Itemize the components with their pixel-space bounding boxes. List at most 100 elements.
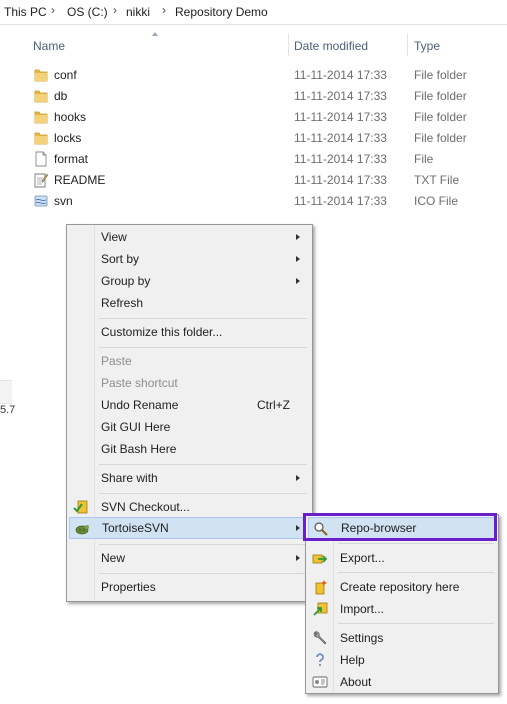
column-header-type[interactable]: Type [414, 39, 440, 53]
navigation-pane-item[interactable] [0, 380, 12, 404]
menu-item-import[interactable]: Import... [308, 598, 496, 620]
file-icon [35, 151, 47, 167]
file-name: format [54, 152, 89, 166]
breadcrumb-os-drive[interactable]: OS (C:) [67, 5, 108, 19]
file-row-readme[interactable]: README 11-11-2014 17:33 TXT File [30, 170, 500, 191]
breadcrumb-separator-icon[interactable]: › [113, 3, 117, 17]
tortoisesvn-submenu: Repo-browser Export... Create repository… [305, 514, 499, 694]
menu-item-label: Export... [340, 551, 385, 565]
menu-item-label: SVN Checkout... [101, 500, 190, 514]
file-date: 11-11-2014 17:33 [294, 131, 387, 145]
breadcrumb-this-pc[interactable]: This PC [4, 5, 47, 19]
file-row-db[interactable]: db 11-11-2014 17:33 File folder [30, 86, 500, 107]
file-date: 11-11-2014 17:33 [294, 173, 387, 187]
menu-item-paste[interactable]: Paste [69, 350, 310, 372]
menu-item-label: Create repository here [340, 580, 460, 594]
menu-separator [338, 623, 494, 624]
menu-item-sort-by[interactable]: Sort by [69, 248, 310, 270]
file-name: locks [54, 131, 82, 145]
column-header-date[interactable]: Date modified [294, 39, 368, 53]
file-type: TXT File [414, 173, 460, 187]
submenu-arrow-icon [296, 525, 300, 531]
file-name: conf [54, 68, 77, 82]
menu-item-new[interactable]: New [69, 547, 310, 569]
menu-item-create-repository[interactable]: Create repository here [308, 576, 496, 598]
file-name: hooks [54, 110, 87, 124]
menu-separator [99, 318, 307, 319]
file-name: db [54, 89, 68, 103]
file-row-hooks[interactable]: hooks 11-11-2014 17:33 File folder [30, 107, 500, 128]
file-name: svn [54, 194, 73, 208]
menu-item-properties[interactable]: Properties [69, 576, 310, 598]
menu-item-about[interactable]: About [308, 671, 496, 693]
menu-item-group-by[interactable]: Group by [69, 270, 310, 292]
menu-item-git-bash[interactable]: Git Bash Here [69, 438, 310, 460]
menu-item-label: Settings [340, 631, 384, 645]
submenu-arrow-icon [296, 475, 300, 481]
menu-item-customize-folder[interactable]: Customize this folder... [69, 321, 310, 343]
menu-item-undo-rename[interactable]: Undo Rename Ctrl+Z [69, 394, 310, 416]
folder-icon [34, 69, 48, 82]
submenu-arrow-icon [296, 278, 300, 284]
menu-item-label: Share with [101, 471, 158, 485]
folder-icon [34, 90, 48, 103]
folder-icon [34, 111, 48, 124]
menu-item-label: Group by [101, 274, 151, 288]
column-header-name[interactable]: Name [33, 39, 65, 53]
file-row-conf[interactable]: conf 11-11-2014 17:33 File folder [30, 65, 500, 86]
submenu-arrow-icon [296, 555, 300, 561]
menu-item-label: Undo Rename [101, 398, 179, 412]
file-type: File folder [414, 131, 467, 145]
menu-separator [338, 572, 494, 573]
submenu-arrow-icon [296, 256, 300, 262]
menu-item-label: New [101, 551, 126, 565]
sort-ascending-icon [152, 32, 158, 36]
menu-item-label: Help [340, 653, 365, 667]
file-type: File folder [414, 110, 467, 124]
menu-item-tortoisesvn[interactable]: TortoiseSVN [69, 517, 310, 539]
menu-item-settings[interactable]: Settings [308, 627, 496, 649]
breadcrumb-separator-icon[interactable]: › [162, 3, 166, 17]
menu-item-label: Sort by [101, 252, 140, 266]
column-divider[interactable] [288, 34, 289, 56]
menu-separator [99, 493, 307, 494]
menu-item-help[interactable]: Help [308, 649, 496, 671]
wrench-icon [313, 631, 327, 645]
menu-separator [338, 543, 494, 544]
ico-file-icon [34, 195, 48, 207]
menu-item-view[interactable]: View [69, 226, 310, 248]
breadcrumb-separator-icon[interactable]: › [51, 3, 55, 17]
text-file-icon [34, 173, 48, 188]
file-row-svn[interactable]: svn 11-11-2014 17:33 ICO File [30, 191, 500, 212]
create-repository-icon [315, 580, 327, 595]
breadcrumb-nikki[interactable]: nikki [126, 5, 150, 19]
menu-item-svn-checkout[interactable]: SVN Checkout... [69, 496, 310, 518]
menu-item-label: Paste [101, 354, 132, 368]
menu-item-paste-shortcut[interactable]: Paste shortcut [69, 372, 310, 394]
file-row-locks[interactable]: locks 11-11-2014 17:33 File folder [30, 128, 500, 149]
menu-item-label: Git GUI Here [101, 420, 171, 434]
menu-separator [99, 464, 307, 465]
navigation-pane-text: 5.7 [0, 404, 16, 416]
address-breadcrumb[interactable]: This PC › OS (C:) › nikki › Repository D… [0, 0, 507, 25]
menu-item-share-with[interactable]: Share with [69, 467, 310, 489]
file-row-format[interactable]: format 11-11-2014 17:33 File [30, 149, 500, 170]
menu-item-label: Git Bash Here [101, 442, 177, 456]
file-type: File [414, 152, 434, 166]
file-date: 11-11-2014 17:33 [294, 152, 387, 166]
menu-item-shortcut: Ctrl+Z [257, 398, 290, 412]
breadcrumb-repository-demo[interactable]: Repository Demo [175, 5, 268, 19]
submenu-arrow-icon [296, 234, 300, 240]
menu-item-label: View [101, 230, 127, 244]
menu-item-git-gui[interactable]: Git GUI Here [69, 416, 310, 438]
file-type: ICO File [414, 194, 459, 208]
folder-icon [34, 132, 48, 145]
menu-item-label: Customize this folder... [101, 325, 223, 339]
menu-item-export[interactable]: Export... [308, 547, 496, 569]
file-name: README [54, 173, 106, 187]
menu-item-label: Refresh [101, 296, 144, 310]
tortoisesvn-icon [75, 525, 89, 535]
menu-item-refresh[interactable]: Refresh [69, 292, 310, 314]
menu-item-label: TortoiseSVN [102, 521, 169, 535]
column-divider[interactable] [407, 34, 408, 56]
